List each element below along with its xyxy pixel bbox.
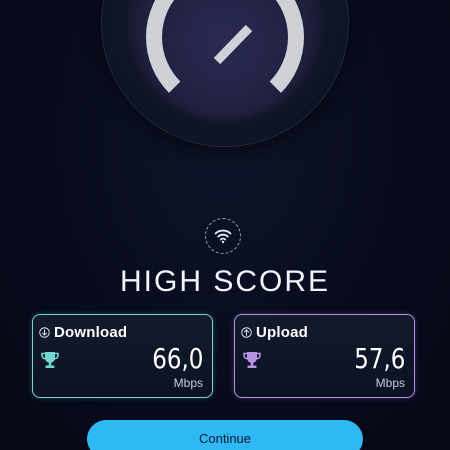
upload-value: 57,6 bbox=[353, 342, 405, 375]
trophy-icon bbox=[243, 352, 261, 368]
download-card-header: Download bbox=[39, 323, 127, 341]
upload-unit: Mbps bbox=[375, 376, 405, 390]
page-title: HIGH SCORE bbox=[119, 265, 331, 298]
result-screen: HIGH SCORE Download 66,0 Mbps Upload 57,… bbox=[0, 0, 450, 450]
upload-card-header: Upload bbox=[241, 323, 308, 341]
trophy-icon bbox=[41, 352, 59, 368]
download-unit: Mbps bbox=[173, 376, 203, 390]
speedometer-icon bbox=[146, 0, 304, 93]
upload-card: Upload 57,6 Mbps bbox=[234, 314, 415, 398]
arrow-up-circle-icon bbox=[241, 326, 252, 338]
wifi-icon bbox=[214, 229, 232, 244]
wifi-badge bbox=[205, 218, 241, 254]
continue-button[interactable]: Continue bbox=[87, 420, 363, 450]
download-label: Download bbox=[54, 323, 128, 341]
download-value: 66,0 bbox=[151, 342, 203, 375]
upload-label: Upload bbox=[256, 323, 309, 341]
arrow-down-circle-icon bbox=[39, 326, 50, 338]
download-card: Download 66,0 Mbps bbox=[32, 314, 213, 398]
